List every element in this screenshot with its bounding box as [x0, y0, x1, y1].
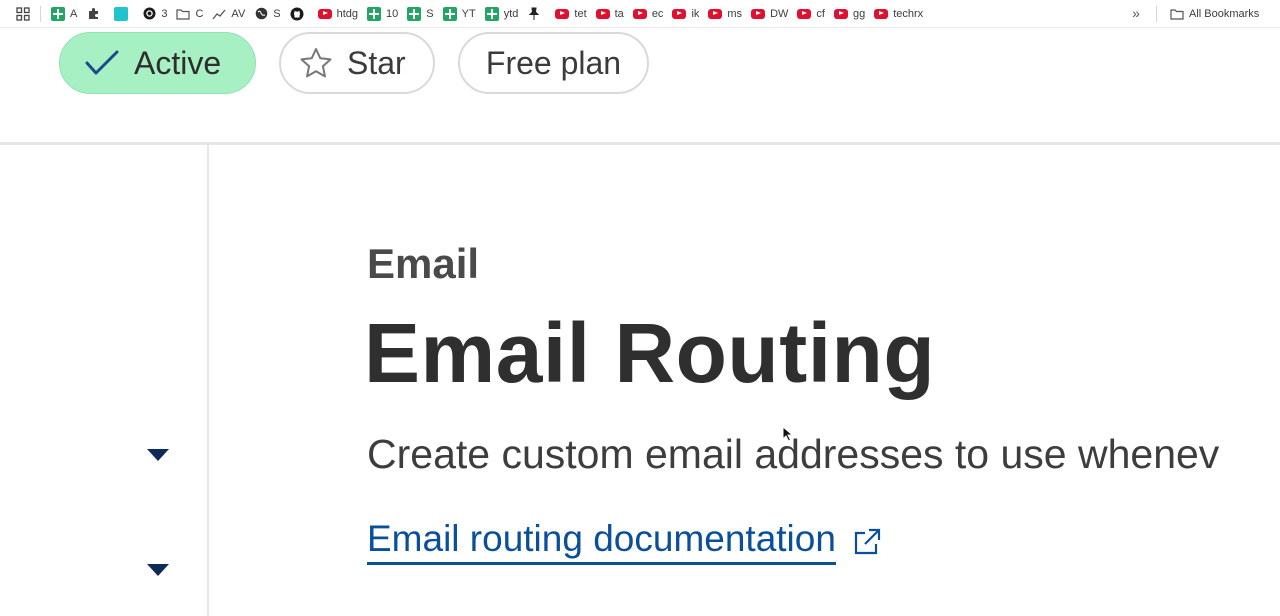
bookmark-label: AV	[231, 7, 246, 20]
bookmark-item[interactable]: ms	[704, 3, 747, 25]
sidebar-divider	[207, 145, 209, 616]
star-label: Star	[347, 44, 406, 81]
sheets-icon	[51, 6, 65, 21]
bookmark-label: techrx	[893, 7, 924, 20]
sheets-icon	[442, 6, 457, 21]
sheets-icon	[484, 6, 499, 21]
external-link-icon	[852, 527, 882, 557]
bookmark-item[interactable]: ta	[592, 3, 629, 25]
active-label: Active	[134, 44, 222, 81]
page-description: Create custom email addresses to use whe…	[367, 431, 1220, 477]
bookmark-item[interactable]: 3	[138, 3, 172, 25]
bookmark-label: S	[273, 7, 281, 20]
bookmark-label: gg	[852, 7, 866, 20]
bookmark-item[interactable]: ik	[668, 3, 704, 25]
bookmark-item[interactable]: AV	[208, 3, 250, 25]
bookmark-item[interactable]: htdg	[314, 3, 363, 25]
apps-grid-icon[interactable]	[10, 1, 36, 27]
bookmark-label: ms	[727, 7, 743, 20]
bookmark-label: ec	[651, 7, 664, 20]
youtube-icon	[672, 8, 687, 19]
mouse-cursor-icon	[782, 425, 794, 447]
bookmark-label: C	[195, 7, 204, 20]
bookmark-item[interactable]: S	[250, 3, 285, 25]
documentation-link-label: Email routing documentation	[367, 518, 836, 565]
bookmark-item[interactable]	[82, 3, 110, 25]
youtube-icon	[797, 8, 812, 19]
puzzle-icon	[86, 7, 100, 21]
bookmarks-separator	[40, 5, 41, 22]
bookmark-item[interactable]	[286, 3, 314, 25]
bookmark-label: 3	[161, 7, 168, 20]
product-category: Email	[367, 240, 480, 287]
youtube-icon	[833, 8, 848, 19]
all-bookmarks-label: All Bookmarks	[1189, 8, 1260, 20]
plan-button[interactable]: Free plan	[458, 32, 649, 94]
bookmark-label: YT	[461, 7, 476, 20]
bookmark-label: ta	[614, 7, 624, 20]
bookmarks-bar: A 3 C AV Shtdg 10 S YT ytd tet ta ec ik ms DW cf gg techr…	[0, 0, 1280, 28]
bookmark-item[interactable]: tet	[551, 3, 591, 25]
bookmark-item[interactable]: ytd	[481, 3, 524, 25]
star-button[interactable]: Star	[279, 32, 435, 94]
bookmark-item[interactable]: 10	[363, 3, 403, 25]
bookmark-item[interactable]: A	[47, 3, 82, 25]
g-icon	[114, 6, 129, 21]
header-divider	[0, 142, 1280, 145]
bookmark-item[interactable]: C	[172, 3, 208, 25]
page-title: Email Routing	[364, 306, 936, 400]
star-icon	[299, 47, 333, 79]
all-bookmarks-button[interactable]: All Bookmarks	[1170, 3, 1259, 25]
more-bookmarks-button[interactable]: »	[1127, 4, 1145, 22]
youtube-icon	[595, 8, 610, 19]
folder-icon	[1170, 7, 1184, 21]
bookmark-label: cf	[816, 7, 825, 20]
bookmark-label: tet	[574, 7, 587, 20]
documentation-link[interactable]: Email routing documentation	[367, 518, 882, 565]
youtube-icon	[632, 8, 647, 19]
github-icon	[290, 7, 304, 21]
caret-down-icon[interactable]	[147, 564, 169, 576]
trend-icon	[212, 7, 226, 21]
folder-icon	[176, 7, 191, 21]
youtube-icon	[708, 8, 723, 19]
bookmark-item[interactable]: ec	[629, 3, 669, 25]
bookmarks-divider	[1156, 6, 1157, 22]
bookmark-label: ik	[691, 7, 700, 20]
youtube-icon	[751, 8, 766, 19]
bookmark-item[interactable]: DW	[747, 3, 793, 25]
bookmark-label: DW	[770, 7, 789, 20]
bookmark-item[interactable]: S	[403, 3, 438, 25]
sheets-icon	[367, 6, 382, 21]
bookmark-label: A	[70, 7, 78, 20]
bookmark-item[interactable]: techrx	[870, 3, 928, 25]
bookmark-label: htdg	[336, 7, 359, 20]
caret-down-icon[interactable]	[147, 449, 169, 461]
pin-icon	[527, 7, 541, 21]
youtube-icon	[555, 8, 570, 19]
bookmark-item[interactable]: YT	[439, 3, 481, 25]
sheets-icon	[407, 6, 422, 21]
bookmark-item[interactable]	[523, 3, 551, 25]
bookmark-item[interactable]	[110, 3, 138, 25]
youtube-icon	[317, 8, 332, 19]
bookmark-item[interactable]: gg	[830, 3, 870, 25]
bookmarks-list: A 3 C AV Shtdg 10 S YT ytd tet ta ec ik ms DW cf gg techr…	[47, 3, 928, 25]
plan-label: Free plan	[485, 44, 622, 81]
bookmark-item[interactable]: cf	[793, 3, 830, 25]
bookmark-label: ytd	[503, 7, 519, 20]
globe-icon	[254, 7, 268, 21]
checkmark-icon	[84, 49, 120, 77]
youtube-icon	[874, 8, 889, 19]
threads-icon	[142, 7, 156, 21]
active-status-button[interactable]: Active	[59, 32, 256, 94]
bookmark-label: 10	[386, 7, 399, 20]
bookmark-label: S	[426, 7, 434, 20]
